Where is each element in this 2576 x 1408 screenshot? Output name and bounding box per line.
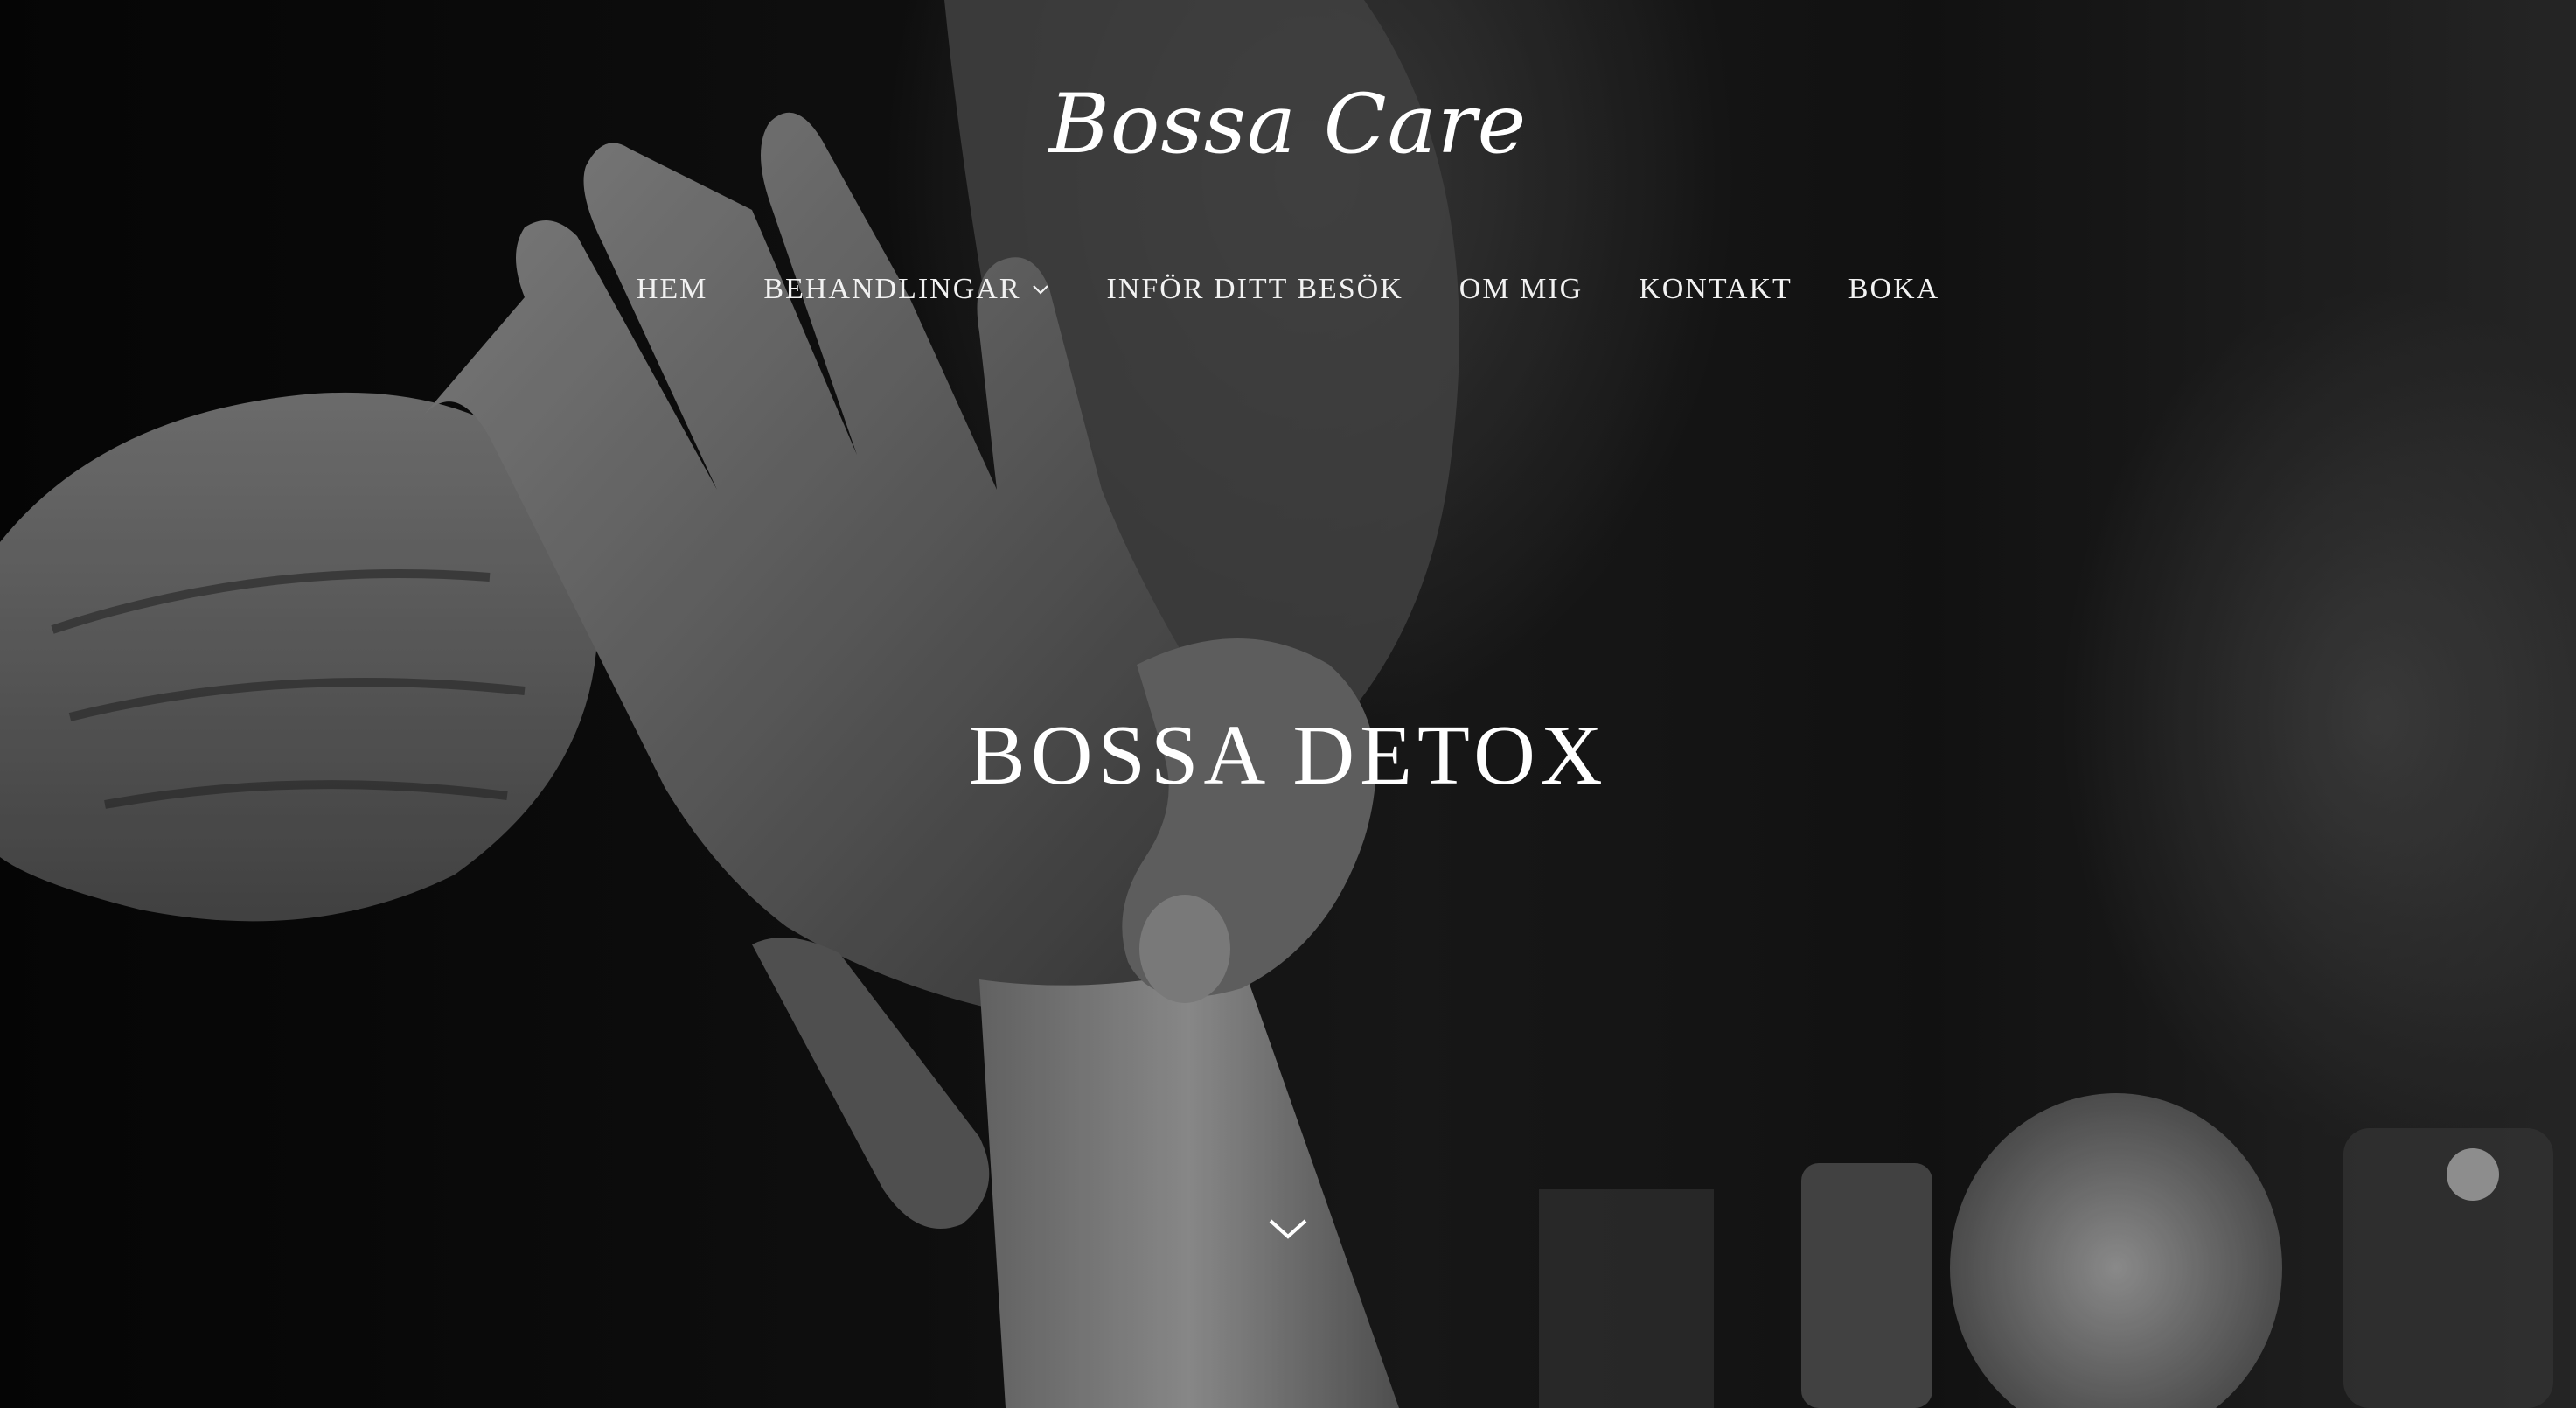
nav-item-hem[interactable]: HEM (637, 273, 708, 306)
nav-item-infor-ditt-besok[interactable]: INFÖR DITT BESÖK (1107, 273, 1403, 306)
nav-item-label: INFÖR DITT BESÖK (1106, 273, 1403, 305)
main-nav: HEM BEHANDLINGAR INFÖR DITT BESÖK OM MIG… (0, 273, 2576, 306)
chevron-down-icon (1032, 285, 1048, 295)
hero-section: Bossa Care HEM BEHANDLINGAR INFÖR DITT B… (0, 0, 2576, 1408)
site-logo[interactable]: Bossa Care (0, 77, 2576, 172)
nav-item-label: BEHANDLINGAR (763, 273, 1021, 305)
nav-item-label: KONTAKT (1639, 273, 1793, 305)
nav-item-behandlingar[interactable]: BEHANDLINGAR (763, 273, 1050, 306)
nav-item-om-mig[interactable]: OM MIG (1459, 273, 1583, 306)
nav-item-label: BOKA (1848, 273, 1940, 305)
nav-item-boka[interactable]: BOKA (1848, 273, 1939, 306)
hero-overlay (0, 0, 2576, 1408)
nav-item-kontakt[interactable]: KONTAKT (1639, 273, 1793, 306)
nav-item-label: OM MIG (1459, 273, 1584, 305)
nav-item-label: HEM (636, 273, 708, 305)
hero-title: BOSSA DETOX (968, 708, 1608, 803)
chevron-down-icon[interactable] (1266, 1207, 1310, 1251)
